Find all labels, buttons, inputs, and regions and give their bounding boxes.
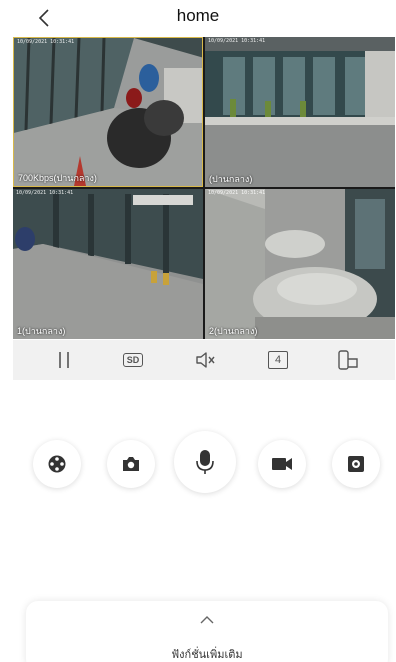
quality-label: SD (122, 353, 144, 367)
record-button[interactable] (258, 440, 306, 488)
ptz-control-button[interactable] (33, 440, 81, 488)
video-grid: 10/09/2021 10:31:41 700Kbps(ปานกลาง) 10/… (13, 37, 395, 339)
camera-feed-3 (13, 189, 203, 339)
camera-feed-1 (14, 38, 202, 186)
camera-3-label: 1(ปานกลาง) (17, 326, 66, 336)
camera-icon (123, 457, 139, 471)
pause-button[interactable] (50, 346, 78, 374)
settings-button[interactable] (332, 440, 380, 488)
playback-toolbar: SD 4 (13, 340, 395, 380)
video-record-icon (272, 458, 292, 470)
camera-tile-3[interactable]: 10/09/2021 10:31:41 1(ปานกลาง) (13, 189, 203, 339)
speaker-muted-icon (196, 352, 215, 368)
snapshot-button[interactable] (107, 440, 155, 488)
rotate-screen-button[interactable] (335, 346, 363, 374)
camera-2-label: (ปานกลาง) (209, 174, 253, 184)
mute-button[interactable] (192, 346, 220, 374)
camera-feed-4 (205, 189, 395, 339)
split-screen-button[interactable]: 4 (264, 346, 292, 374)
camera-feed-2 (205, 37, 395, 187)
header: home (0, 0, 396, 36)
camera-tile-4[interactable]: 10/09/2021 10:31:41 2(ปานกลาง) (205, 189, 395, 339)
camera-1-label: 700Kbps(ปานกลาง) (18, 173, 97, 183)
camera-4-timestamp: 10/09/2021 10:31:41 (208, 190, 266, 196)
more-functions-panel[interactable]: ฟังก์ชั่นเพิ่มเติม (26, 601, 388, 662)
camera-1-timestamp: 10/09/2021 10:31:41 (17, 39, 75, 45)
camera-4-label: 2(ปานกลาง) (209, 326, 258, 336)
quality-button[interactable]: SD (119, 346, 147, 374)
pause-icon (59, 352, 69, 368)
camera-tile-2[interactable]: 10/09/2021 10:31:41 (ปานกลาง) (205, 37, 395, 187)
camera-3-timestamp: 10/09/2021 10:31:41 (16, 190, 74, 196)
more-functions-label: ฟังก์ชั่นเพิ่มเติม (171, 648, 243, 661)
split-count: 4 (268, 351, 288, 369)
camera-tile-1[interactable]: 10/09/2021 10:31:41 700Kbps(ปานกลาง) (13, 37, 203, 187)
microphone-icon (196, 450, 214, 474)
talk-button[interactable] (174, 431, 236, 493)
ptz-control-icon (48, 455, 66, 473)
page-title: home (176, 6, 220, 25)
rotate-screen-icon (338, 350, 358, 370)
camera-2-timestamp: 10/09/2021 10:31:41 (208, 38, 266, 44)
chevron-up-icon (200, 616, 214, 624)
settings-icon (348, 456, 364, 472)
